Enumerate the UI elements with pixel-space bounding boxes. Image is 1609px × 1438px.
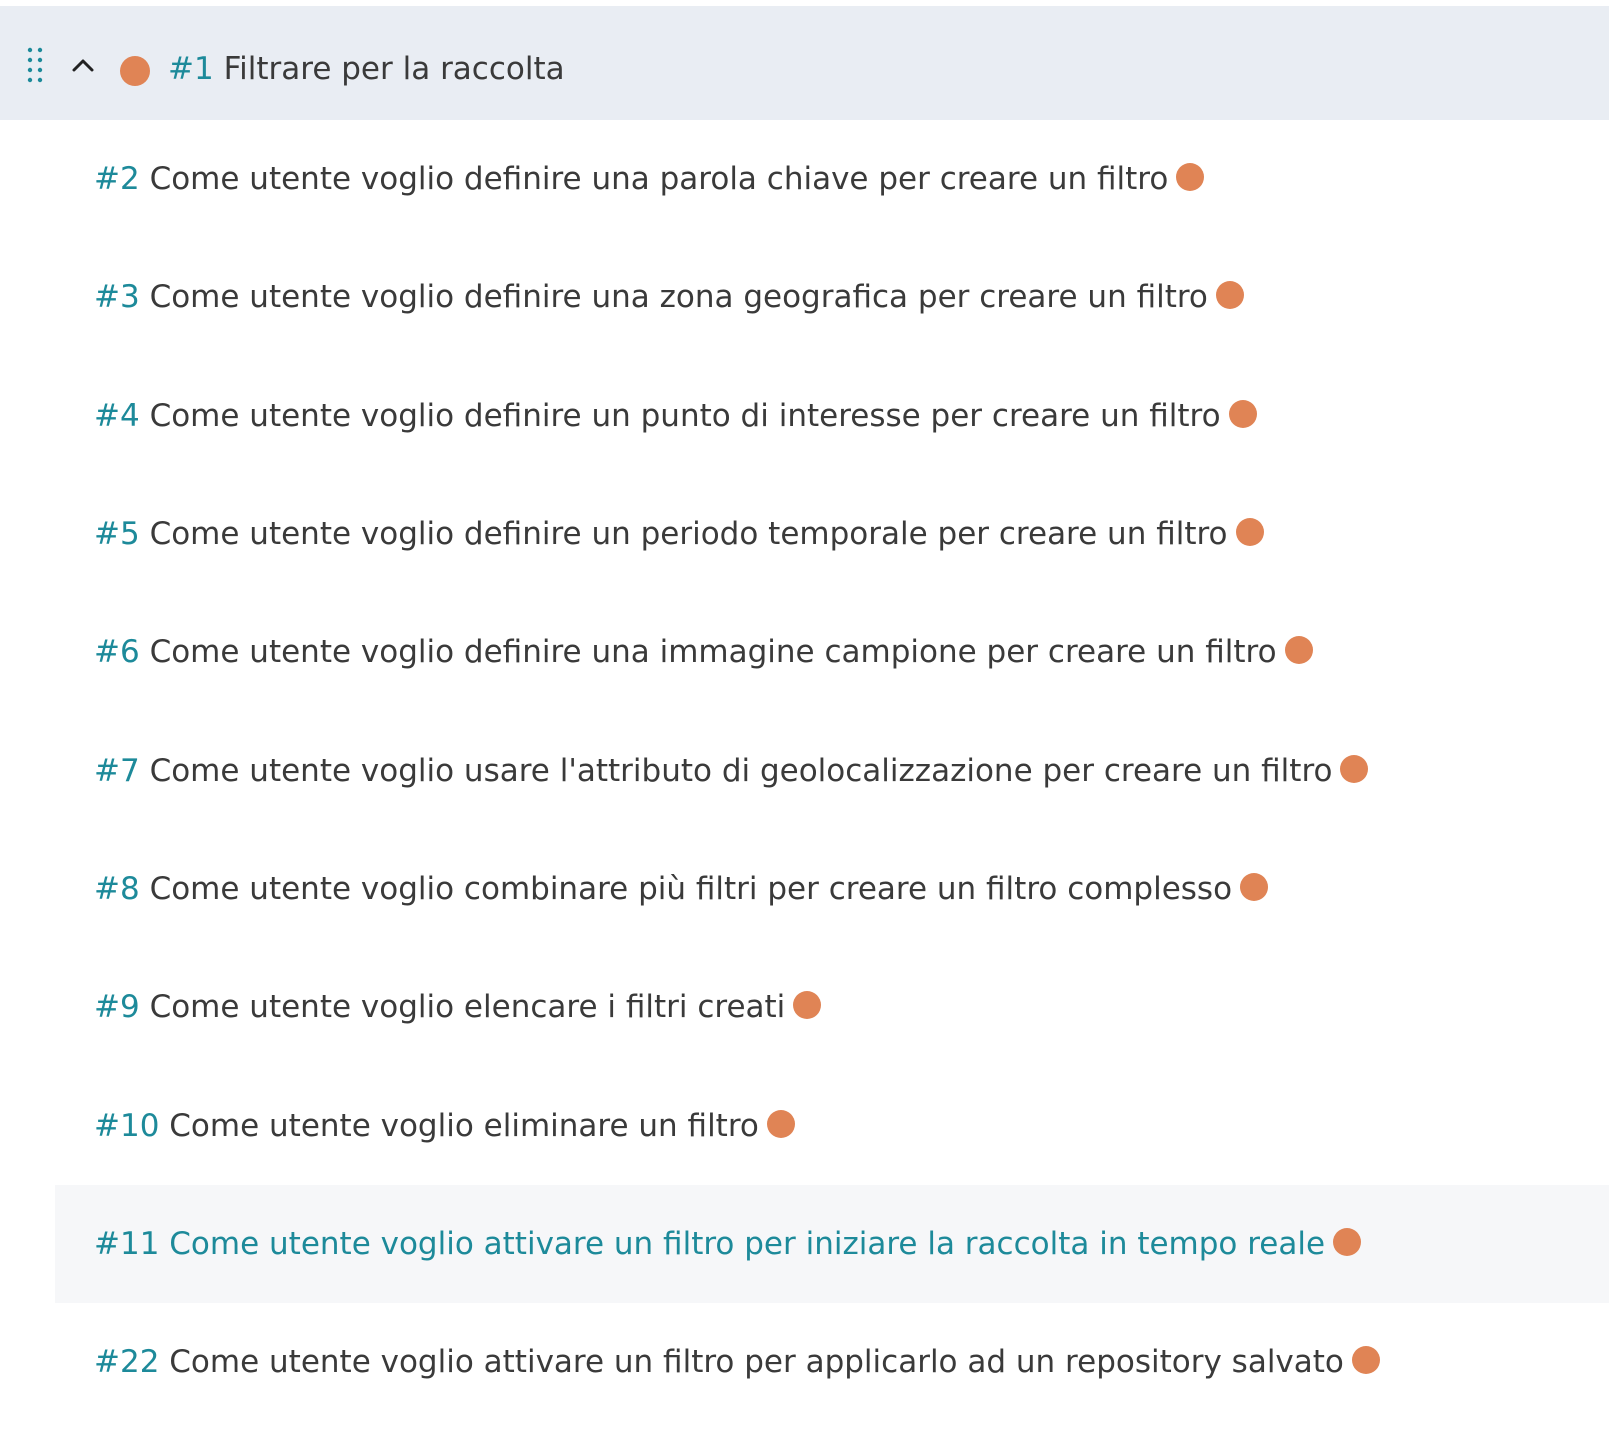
story-title[interactable]: Come utente voglio definire una immagine… bbox=[150, 634, 1277, 670]
status-dot-icon bbox=[120, 56, 150, 86]
drag-handle-icon[interactable] bbox=[26, 46, 46, 86]
status-dot-icon bbox=[1351, 1346, 1380, 1375]
status-dot-icon bbox=[1340, 754, 1369, 783]
story-row[interactable]: #11 Come utente voglio attivare un filtr… bbox=[55, 1184, 1609, 1303]
story-row[interactable]: #2 Come utente voglio definire una parol… bbox=[0, 120, 1609, 238]
story-ref[interactable]: #9 bbox=[94, 989, 140, 1025]
backlog-panel: #1 Filtrare per la raccolta #2 Come uten… bbox=[0, 0, 1609, 1438]
status-dot-icon bbox=[1176, 163, 1205, 192]
story-ref[interactable]: #10 bbox=[94, 1108, 159, 1144]
story-row[interactable]: #5 Come utente voglio definire un period… bbox=[0, 475, 1609, 593]
story-row[interactable]: #6 Come utente voglio definire una immag… bbox=[0, 593, 1609, 711]
story-title[interactable]: Come utente voglio definire una zona geo… bbox=[150, 279, 1208, 315]
story-title[interactable]: Come utente voglio definire una parola c… bbox=[150, 161, 1169, 197]
status-dot-icon bbox=[1333, 1227, 1362, 1256]
chevron-up-icon[interactable] bbox=[70, 52, 96, 78]
epic-title-text: Filtrare per la raccolta bbox=[223, 51, 565, 87]
story-ref[interactable]: #4 bbox=[94, 398, 140, 434]
story-title[interactable]: Come utente voglio attivare un filtro pe… bbox=[169, 1226, 1325, 1262]
status-dot-icon bbox=[1215, 281, 1244, 310]
status-dot-icon bbox=[1228, 399, 1257, 428]
epic-row[interactable]: #1 Filtrare per la raccolta bbox=[0, 6, 1609, 120]
status-dot-icon bbox=[793, 991, 822, 1020]
story-ref[interactable]: #3 bbox=[94, 279, 140, 315]
epic-title[interactable]: #1 Filtrare per la raccolta bbox=[168, 44, 565, 94]
story-ref[interactable]: #5 bbox=[94, 516, 140, 552]
status-dot-icon bbox=[766, 1109, 795, 1138]
story-title[interactable]: Come utente voglio combinare più filtri … bbox=[150, 871, 1233, 907]
story-title[interactable]: Come utente voglio elencare i filtri cre… bbox=[150, 989, 786, 1025]
story-row[interactable]: #8 Come utente voglio combinare più filt… bbox=[0, 830, 1609, 948]
story-row[interactable]: #7 Come utente voglio usare l'attributo … bbox=[0, 711, 1609, 829]
status-dot-icon bbox=[1235, 518, 1264, 547]
story-title[interactable]: Come utente voglio eliminare un filtro bbox=[169, 1108, 759, 1144]
story-ref[interactable]: #8 bbox=[94, 871, 140, 907]
story-ref[interactable]: #7 bbox=[94, 753, 140, 789]
epic-ref[interactable]: #1 bbox=[168, 51, 214, 87]
status-dot-icon bbox=[1284, 636, 1313, 665]
story-row[interactable]: #22 Come utente voglio attivare un filtr… bbox=[0, 1303, 1609, 1421]
story-title[interactable]: Come utente voglio usare l'attributo di … bbox=[150, 753, 1333, 789]
story-row[interactable]: #10 Come utente voglio eliminare un filt… bbox=[0, 1066, 1609, 1184]
story-ref[interactable]: #22 bbox=[94, 1344, 159, 1380]
story-title[interactable]: Come utente voglio attivare un filtro pe… bbox=[169, 1344, 1344, 1380]
story-row[interactable]: #3 Come utente voglio definire una zona … bbox=[0, 238, 1609, 356]
story-ref[interactable]: #6 bbox=[94, 634, 140, 670]
story-ref[interactable]: #11 bbox=[94, 1226, 159, 1262]
story-row[interactable]: #4 Come utente voglio definire un punto … bbox=[0, 357, 1609, 475]
status-dot-icon bbox=[1240, 872, 1269, 901]
story-ref[interactable]: #2 bbox=[94, 161, 140, 197]
story-title[interactable]: Come utente voglio definire un punto di … bbox=[150, 398, 1221, 434]
story-list: #2 Come utente voglio definire una parol… bbox=[0, 120, 1609, 1421]
story-row[interactable]: #9 Come utente voglio elencare i filtri … bbox=[0, 948, 1609, 1066]
story-title[interactable]: Come utente voglio definire un periodo t… bbox=[150, 516, 1228, 552]
